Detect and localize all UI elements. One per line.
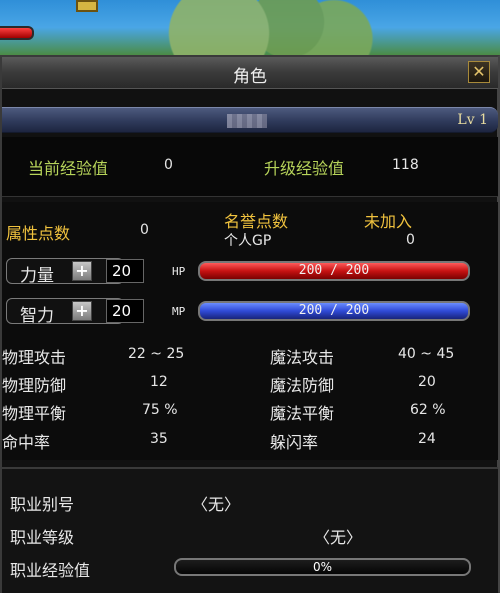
hp-tag: HP <box>172 265 186 278</box>
magic-balance-value: 62 % <box>410 402 446 418</box>
magic-balance-label: 魔法平衡 <box>270 404 335 423</box>
intelligence-plus-button[interactable]: + <box>72 301 92 321</box>
reputation-value: 未加入 <box>364 212 413 231</box>
job-exp-label: 职业经验值 <box>10 561 91 580</box>
intelligence-label: 智力 <box>20 306 54 326</box>
close-icon[interactable]: ✕ <box>468 61 490 83</box>
personal-gp-label: 个人GP <box>224 233 272 249</box>
hit-rate-label: 命中率 <box>2 433 51 452</box>
strength-plus-button[interactable]: + <box>72 261 92 281</box>
job-alias-value: 〈无〉 <box>192 495 241 514</box>
window-title: 角色 <box>233 67 267 87</box>
physical-balance-value: 75 % <box>142 402 178 418</box>
physical-balance-label: 物理平衡 <box>2 404 67 423</box>
character-level: Lv 1 <box>457 112 488 128</box>
physical-attack-label: 物理攻击 <box>2 348 67 367</box>
reputation-label: 名誉点数 <box>224 212 289 231</box>
strength-value: 20 <box>106 259 144 283</box>
personal-gp-value: 0 <box>406 232 415 248</box>
character-window: 角色 ✕ Lv 1 当前经验值 0 升级经验值 118 属性点数 0 名誉点数 … <box>0 55 500 593</box>
hit-rate-value: 35 <box>150 431 168 447</box>
magic-attack-value: 40 ~ 45 <box>398 346 455 362</box>
job-alias-label: 职业别号 <box>10 495 75 514</box>
hud-health-orb <box>0 26 34 40</box>
next-exp-label: 升级经验值 <box>264 159 345 178</box>
strength-label: 力量 <box>20 266 54 286</box>
hud-item-icon[interactable] <box>76 0 98 12</box>
job-level-label: 职业等级 <box>10 528 75 547</box>
game-world-grass <box>150 0 380 55</box>
magic-defense-value: 20 <box>418 374 436 390</box>
physical-defense-label: 物理防御 <box>2 376 67 395</box>
job-level-value: 〈无〉 <box>314 528 363 547</box>
evasion-label: 躲闪率 <box>270 433 319 452</box>
character-name-bar: Lv 1 <box>2 107 498 133</box>
next-exp-value: 118 <box>392 157 419 173</box>
evasion-value: 24 <box>418 431 436 447</box>
experience-panel: 当前经验值 0 升级经验值 118 <box>2 137 498 197</box>
physical-defense-value: 12 <box>150 374 168 390</box>
physical-attack-value: 22 ~ 25 <box>128 346 185 362</box>
character-name-blurred <box>227 114 267 128</box>
window-titlebar[interactable]: 角色 ✕ <box>2 57 498 89</box>
attribute-points-label: 属性点数 <box>6 224 71 243</box>
magic-attack-label: 魔法攻击 <box>270 348 335 367</box>
mp-tag: MP <box>172 305 186 318</box>
job-exp-bar: 0% <box>174 558 471 576</box>
mp-bar: 200 / 200 <box>198 301 470 321</box>
intelligence-value: 20 <box>106 299 144 323</box>
hp-bar: 200 / 200 <box>198 261 470 281</box>
current-exp-label: 当前经验值 <box>28 159 109 178</box>
current-exp-value: 0 <box>164 157 173 173</box>
attribute-points-value: 0 <box>140 222 149 238</box>
job-panel: 职业别号 〈无〉 职业等级 〈无〉 职业经验值 0% <box>2 467 498 593</box>
attributes-panel: 属性点数 0 名誉点数 未加入 个人GP 0 力量 + 20 HP 200 / … <box>2 202 498 460</box>
magic-defense-label: 魔法防御 <box>270 376 335 395</box>
